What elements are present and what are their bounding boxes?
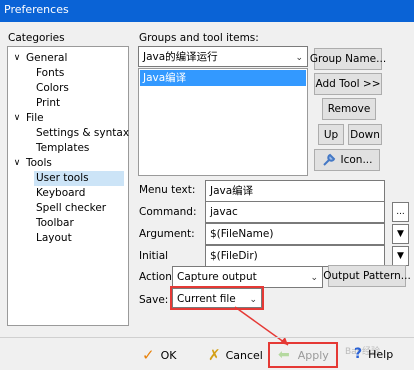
tree-label-settings: Settings & syntax: [36, 127, 130, 139]
tree-colors[interactable]: Colors: [36, 81, 69, 96]
action-label: Action:: [139, 271, 176, 283]
argument-label: Argument:: [139, 228, 195, 240]
add-tool-button-label: Add Tool >>: [315, 78, 381, 90]
categories-tree[interactable]: ∨ General Fonts Colors Print ∨ File Sett…: [7, 46, 129, 326]
down-button[interactable]: Down: [348, 124, 382, 145]
chevron-down-icon: ⌄: [310, 273, 318, 283]
save-select-value: Current file: [177, 293, 236, 305]
ok-button-label: OK: [160, 348, 177, 362]
menu-text-label: Menu text:: [139, 184, 196, 196]
tree-label-layout: Layout: [36, 232, 72, 244]
tree-label-fonts: Fonts: [36, 67, 65, 79]
tree-fonts[interactable]: Fonts: [36, 66, 64, 81]
tree-tools[interactable]: ∨ Tools: [12, 156, 52, 171]
action-select-value: Capture output: [177, 271, 257, 283]
argument-value: $(FileName): [210, 228, 274, 240]
tool-items-list[interactable]: Java编译: [138, 68, 308, 176]
tree-templates[interactable]: Templates: [36, 141, 89, 156]
tree-general[interactable]: ∨ General: [12, 51, 68, 66]
save-label: Save:: [139, 294, 169, 306]
caret-down-icon: ▼: [397, 229, 404, 239]
tree-settings-syntax[interactable]: Settings & syntax: [36, 126, 129, 141]
argument-dropdown-button[interactable]: ▼: [392, 224, 409, 244]
tree-label-user-tools: User tools: [36, 172, 89, 184]
footer-divider: [0, 337, 414, 338]
up-button-label: Up: [323, 128, 339, 141]
group-name-button-label: Group Name...: [309, 53, 387, 65]
tree-layout[interactable]: Layout: [36, 231, 72, 246]
add-tool-button[interactable]: Add Tool >>: [314, 73, 382, 95]
command-value: javac: [210, 206, 238, 218]
help-button-label: Help: [368, 347, 394, 361]
chevron-down-icon: ⌄: [295, 53, 303, 63]
browse-button-label: ...: [396, 207, 405, 217]
expand-icon[interactable]: ∨: [12, 156, 22, 171]
menu-text-input[interactable]: Java编译: [205, 180, 385, 202]
tree-label-colors: Colors: [36, 82, 69, 94]
output-pattern-button-label: Output Pattern...: [323, 270, 411, 282]
window-title: Preferences: [4, 3, 69, 16]
browse-button[interactable]: ...: [392, 202, 409, 222]
apply-button[interactable]: ⬅ Apply: [268, 342, 338, 368]
tree-label-file: File: [26, 112, 44, 124]
command-label: Command:: [139, 206, 197, 218]
group-select-value: Java的编译运行: [143, 51, 218, 63]
apply-button-label: Apply: [297, 348, 329, 362]
initial-label: Initial: [139, 250, 169, 262]
check-icon: ✓: [142, 346, 155, 364]
expand-icon[interactable]: ∨: [12, 111, 22, 126]
tree-label-general: General: [26, 52, 68, 64]
tree-label-print: Print: [36, 97, 61, 109]
command-input[interactable]: javac: [205, 201, 385, 223]
group-name-button[interactable]: Group Name...: [310, 48, 386, 70]
wrench-icon: [322, 153, 336, 167]
expand-icon[interactable]: ∨: [12, 51, 22, 66]
initial-input[interactable]: $(FileDir): [205, 245, 385, 267]
cancel-button-label: Cancel: [225, 348, 263, 362]
action-select[interactable]: Capture output ⌄: [172, 266, 323, 288]
cancel-button[interactable]: ✗ Cancel: [208, 346, 263, 364]
window-titlebar: Preferences: [0, 0, 414, 22]
up-button[interactable]: Up: [318, 124, 344, 145]
tree-print[interactable]: Print: [36, 96, 60, 111]
arrow-left-icon: ⬅: [278, 347, 290, 363]
tree-label-templates: Templates: [36, 142, 90, 154]
tree-label-keyboard: Keyboard: [36, 187, 86, 199]
icon-button-label: Icon...: [340, 154, 373, 166]
ok-button[interactable]: ✓ OK: [142, 346, 176, 364]
menu-text-value: Java编译: [210, 185, 254, 197]
tree-keyboard[interactable]: Keyboard: [36, 186, 85, 201]
output-pattern-button[interactable]: Output Pattern...: [323, 265, 411, 287]
tree-label-spell: Spell checker: [36, 202, 107, 214]
tree-user-tools[interactable]: User tools: [34, 171, 124, 186]
caret-down-icon: ▼: [397, 251, 404, 261]
groups-label: Groups and tool items:: [139, 32, 259, 44]
remove-button-label: Remove: [327, 103, 371, 115]
close-icon: ✗: [208, 346, 221, 364]
tool-item-label: Java编译: [143, 72, 187, 84]
tool-item-selected[interactable]: Java编译: [140, 70, 306, 86]
tree-label-toolbar: Toolbar: [36, 217, 74, 229]
tree-label-tools: Tools: [26, 157, 52, 169]
tree-toolbar[interactable]: Toolbar: [36, 216, 74, 231]
group-select[interactable]: Java的编译运行 ⌄: [138, 46, 308, 67]
initial-value: $(FileDir): [210, 250, 258, 262]
categories-label: Categories: [8, 32, 65, 44]
tree-spell-checker[interactable]: Spell checker: [36, 201, 106, 216]
help-icon: ?: [354, 346, 363, 362]
help-button[interactable]: ? Help: [354, 346, 393, 362]
down-button-label: Down: [350, 128, 380, 141]
icon-button[interactable]: Icon...: [314, 149, 380, 171]
initial-dropdown-button[interactable]: ▼: [392, 246, 409, 266]
remove-button[interactable]: Remove: [322, 98, 376, 120]
tree-file[interactable]: ∨ File: [12, 111, 44, 126]
argument-input[interactable]: $(FileName): [205, 223, 385, 245]
